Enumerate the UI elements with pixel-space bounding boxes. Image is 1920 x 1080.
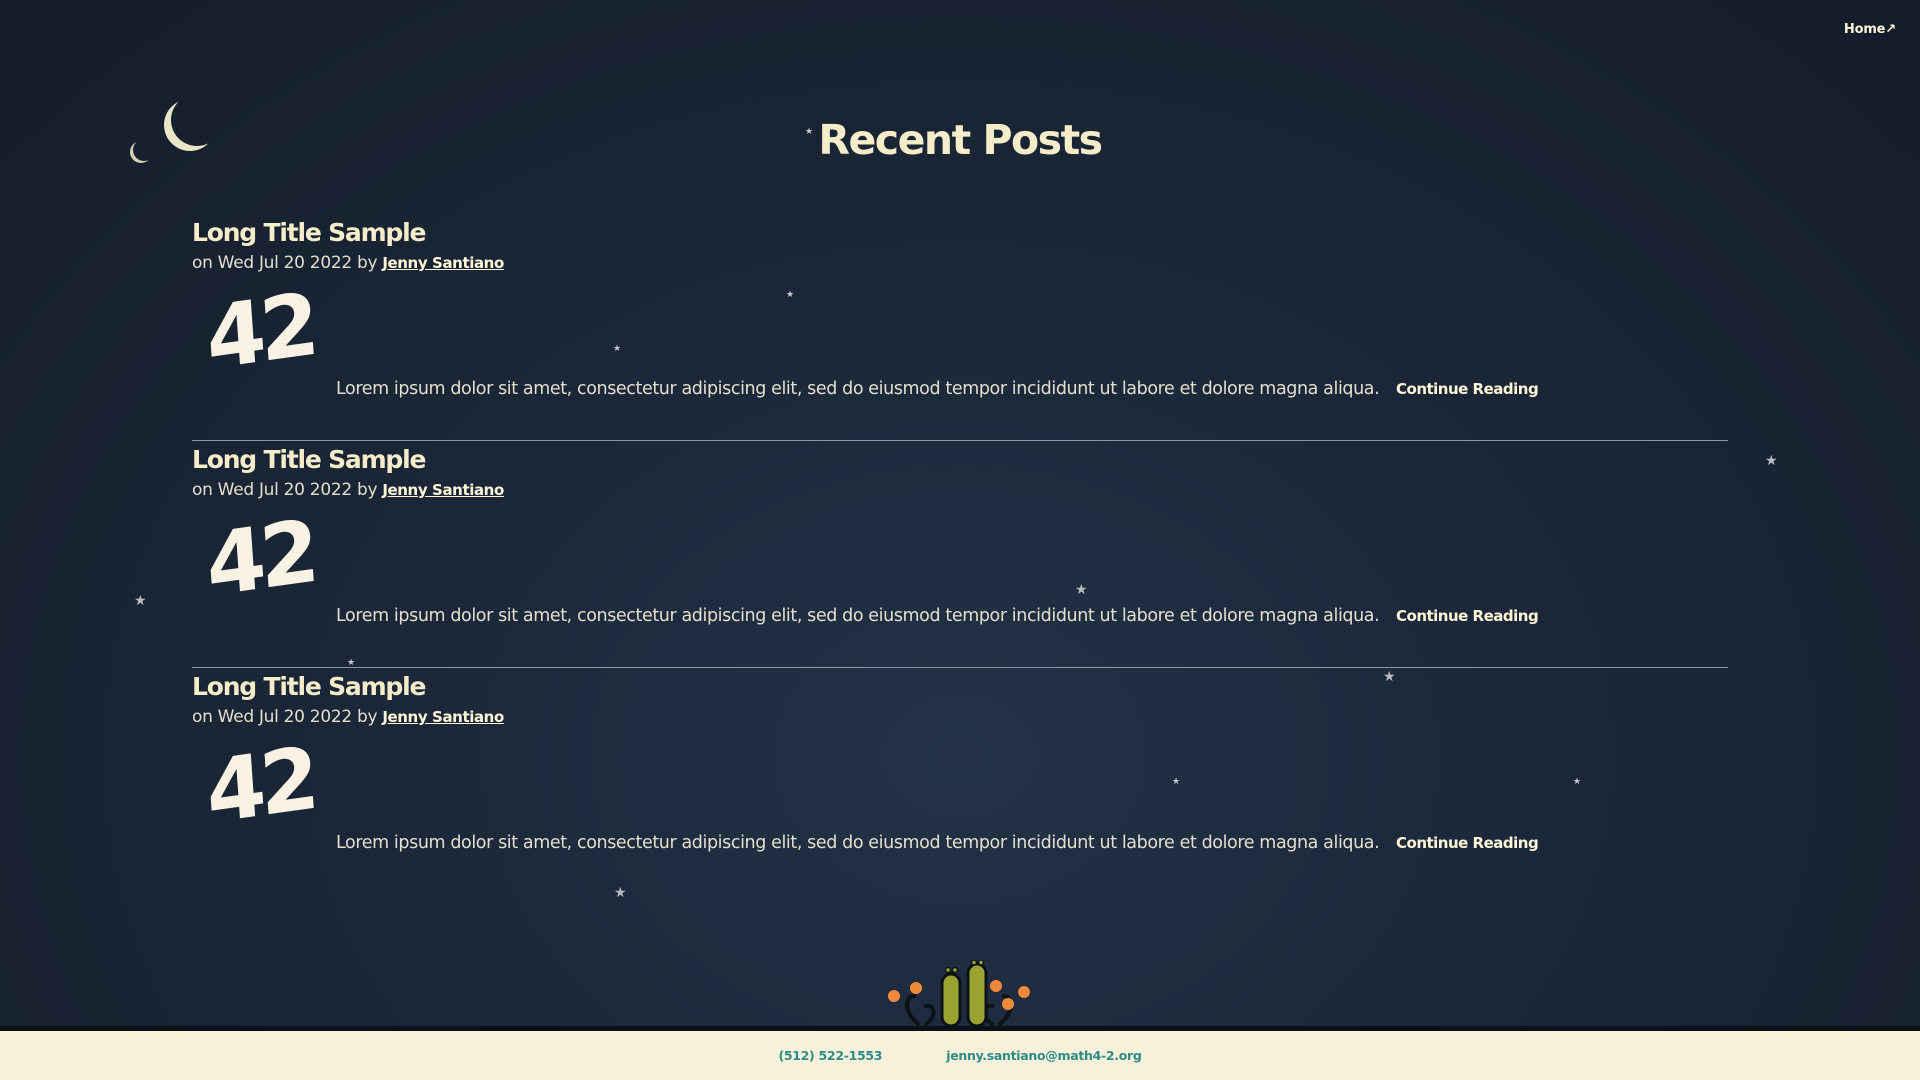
post-author-link[interactable]: Jenny Santiano xyxy=(382,254,504,272)
post-title[interactable]: Long Title Sample xyxy=(192,672,426,701)
post-badge: 42 xyxy=(203,728,317,844)
post-badge: 42 xyxy=(203,274,317,390)
post-item: Long Title Sample on Wed Jul 20 2022 by … xyxy=(192,668,1728,894)
page-title: Recent Posts xyxy=(818,116,1103,164)
footer: (512) 522-1553 jenny.santiano@math4-2.or… xyxy=(0,1031,1920,1080)
post-item: Long Title Sample on Wed Jul 20 2022 by … xyxy=(192,214,1728,441)
footer-email-link[interactable]: jenny.santiano@math4-2.org xyxy=(946,1048,1142,1063)
post-author-link[interactable]: Jenny Santiano xyxy=(382,481,504,499)
post-title[interactable]: Long Title Sample xyxy=(192,445,426,474)
home-link[interactable]: Home↗ xyxy=(1844,22,1896,37)
post-author-link[interactable]: Jenny Santiano xyxy=(382,708,504,726)
alien-critters-illustration xyxy=(888,960,1030,1026)
post-meta: on Wed Jul 20 2022 by Jenny Santiano xyxy=(192,253,504,273)
post-date: on Wed Jul 20 2022 by xyxy=(192,707,383,727)
post-excerpt: Lorem ipsum dolor sit amet, consectetur … xyxy=(336,833,1380,853)
post-meta: on Wed Jul 20 2022 by Jenny Santiano xyxy=(192,480,504,500)
post-date: on Wed Jul 20 2022 by xyxy=(192,480,383,500)
continue-reading-link[interactable]: Continue Reading xyxy=(1396,607,1539,625)
post-item: Long Title Sample on Wed Jul 20 2022 by … xyxy=(192,441,1728,668)
continue-reading-link[interactable]: Continue Reading xyxy=(1396,380,1539,398)
post-list: Long Title Sample on Wed Jul 20 2022 by … xyxy=(192,214,1728,894)
star-icon: ★ xyxy=(1765,453,1778,469)
continue-reading-link[interactable]: Continue Reading xyxy=(1396,834,1539,852)
post-date: on Wed Jul 20 2022 by xyxy=(192,253,383,273)
post-meta: on Wed Jul 20 2022 by Jenny Santiano xyxy=(192,707,504,727)
star-icon: ★ xyxy=(134,593,147,609)
post-excerpt: Lorem ipsum dolor sit amet, consectetur … xyxy=(336,606,1380,626)
post-excerpt: Lorem ipsum dolor sit amet, consectetur … xyxy=(336,379,1380,399)
post-title[interactable]: Long Title Sample xyxy=(192,218,426,247)
post-badge: 42 xyxy=(203,501,317,617)
footer-phone-link[interactable]: (512) 522-1553 xyxy=(778,1048,882,1063)
